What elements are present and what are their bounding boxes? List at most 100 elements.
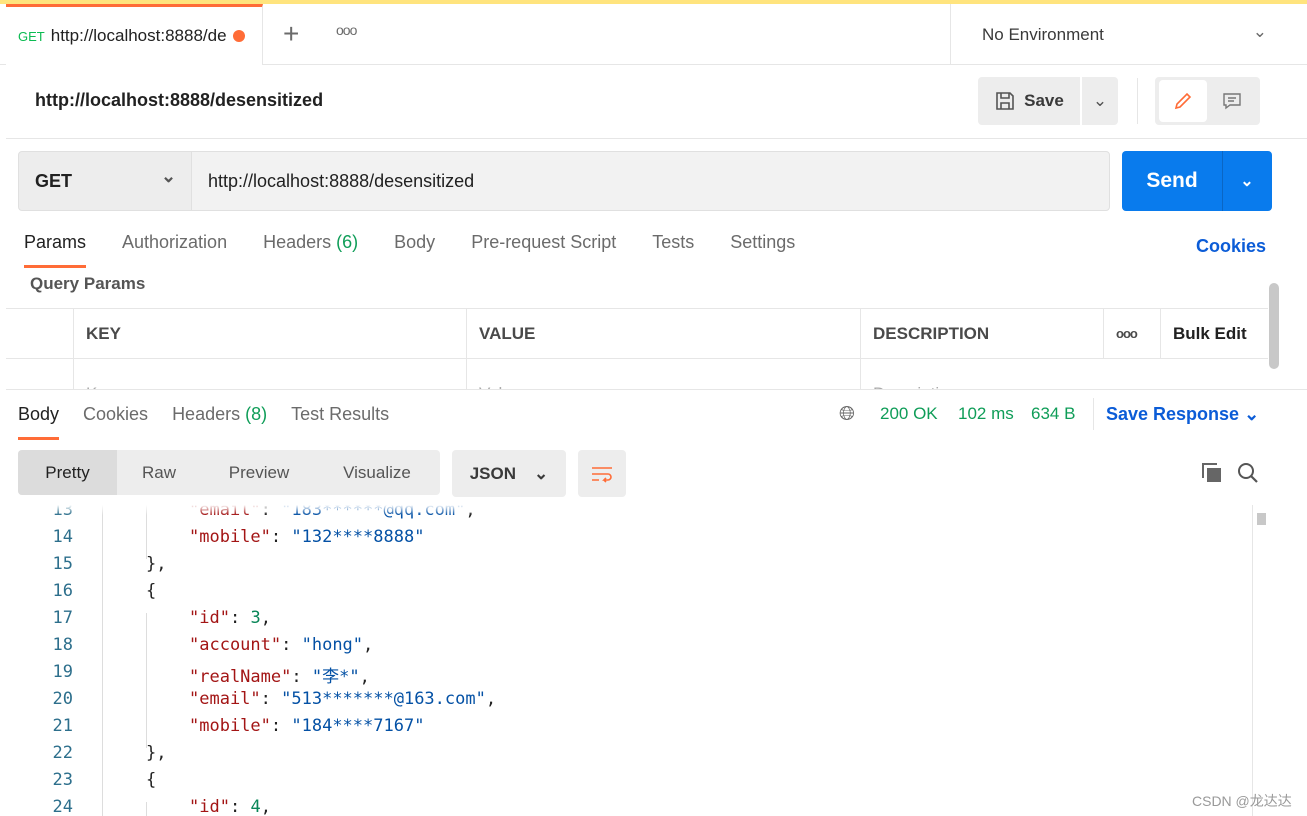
editor-scrollbar-track[interactable] [1252, 505, 1253, 816]
code-token: , [260, 608, 271, 628]
url-value: http://localhost:8888/desensitized [208, 170, 475, 191]
editor-scrollbar-thumb[interactable] [1257, 513, 1266, 525]
edit-pencil-icon[interactable] [1158, 80, 1207, 122]
comment-icon[interactable] [1206, 80, 1257, 122]
line-number: 17 [52, 608, 73, 628]
indent-guide [146, 802, 147, 816]
line-number: 18 [52, 635, 73, 655]
gutter-divider [102, 505, 103, 816]
value-input[interactable]: Value [467, 359, 861, 390]
description-input[interactable]: Description [861, 359, 1104, 391]
environment-select[interactable]: No Environment ⌄ [950, 4, 1307, 65]
key-header: KEY [74, 309, 467, 358]
code-line: "email": "513*******@163.com", [189, 689, 496, 709]
save-icon [996, 92, 1014, 110]
response-time[interactable]: 102 ms [958, 404, 1014, 424]
query-params-heading: Query Params [30, 274, 146, 293]
tab-test-results[interactable]: Test Results [291, 404, 389, 440]
line-number: 21 [52, 716, 73, 736]
tab-authorization[interactable]: Authorization [122, 232, 227, 268]
cookies-link[interactable]: Cookies [1196, 236, 1266, 257]
format-select[interactable]: JSON ⌄ [452, 450, 566, 497]
view-mode-group: Pretty Raw Preview Visualize [18, 450, 440, 495]
more-options-icon[interactable]: ooo [1104, 309, 1161, 358]
tab-headers[interactable]: Headers (6) [263, 232, 358, 268]
code-line: { [146, 770, 156, 790]
pretty-button[interactable]: Pretty [18, 450, 117, 495]
tab-tests[interactable]: Tests [652, 232, 694, 268]
code-line: "id": 3, [189, 608, 271, 628]
more-tabs-icon[interactable]: ooo [336, 22, 357, 38]
tab-response-cookies[interactable]: Cookies [83, 404, 148, 440]
chevron-down-icon: ⌄ [534, 463, 549, 483]
description-header: DESCRIPTION [861, 309, 1104, 358]
tab-settings[interactable]: Settings [730, 232, 795, 268]
pane-divider[interactable] [6, 389, 1307, 390]
send-options-chevron-icon[interactable]: ⌄ [1223, 171, 1271, 191]
tab-url: http://localhost:8888/desensitized [50, 26, 227, 45]
code-token: "account" [189, 635, 282, 655]
chevron-down-icon: ⌄ [1244, 404, 1260, 424]
code-token: , [363, 635, 374, 655]
wrap-lines-button[interactable] [578, 450, 626, 497]
code-line: }, [146, 554, 166, 574]
response-size[interactable]: 634 B [1031, 404, 1075, 424]
divider [6, 138, 1307, 139]
line-number: 15 [52, 554, 73, 574]
code-token: { [146, 581, 157, 601]
code-token: , [359, 667, 370, 687]
code-token: }, [146, 554, 167, 574]
save-button[interactable]: Save [978, 77, 1080, 125]
line-number: 23 [52, 770, 73, 790]
save-response-label: Save Response [1106, 404, 1240, 424]
response-headers-count: (8) [245, 404, 268, 424]
tab-params[interactable]: Params [24, 232, 87, 268]
request-title: http://localhost:8888/desensitized [35, 90, 324, 110]
request-tab[interactable]: GET http://localhost:8888/desensitized [6, 4, 263, 65]
code-token: { [146, 770, 157, 790]
line-number: 20 [52, 689, 73, 709]
code-token: "mobile" [189, 716, 271, 736]
globe-icon[interactable]: 🌐︎ [839, 403, 855, 426]
key-input[interactable]: Key [74, 359, 467, 390]
new-tab-plus-icon[interactable]: + [283, 18, 299, 50]
wrap-icon [592, 466, 612, 483]
raw-button[interactable]: Raw [117, 450, 201, 495]
tab-response-body[interactable]: Body [18, 404, 60, 440]
indent-guide [146, 640, 147, 667]
save-response-button[interactable]: Save Response ⌄ [1106, 404, 1259, 425]
indent-guide [146, 694, 147, 721]
send-label: Send [1146, 169, 1198, 192]
visualize-button[interactable]: Visualize [317, 450, 437, 495]
view-toggle [1155, 77, 1260, 125]
response-tabs: Body Cookies Headers (8) Test Results [18, 404, 425, 440]
line-number: 19 [52, 662, 73, 682]
tab-response-headers[interactable]: Headers (8) [172, 404, 267, 440]
method-select[interactable]: GET ⌄ [18, 151, 192, 211]
scrollbar[interactable] [1269, 283, 1279, 369]
code-token: "email" [189, 689, 261, 709]
code-token: "id" [189, 608, 230, 628]
code-token: 4 [250, 797, 261, 816]
code-token: }, [146, 743, 167, 763]
save-options-button[interactable]: ⌄ [1082, 77, 1118, 125]
code-token: : [270, 527, 292, 547]
watermark: CSDN @龙达达 [1192, 793, 1292, 809]
status-code[interactable]: 200 OK [880, 404, 938, 424]
tab-pre-request-script[interactable]: Pre-request Script [471, 232, 616, 268]
code-token: "李*" [311, 667, 360, 687]
code-token: "id" [189, 797, 230, 816]
response-body-editor[interactable]: 13"email": "183******@qq.com",14"mobile"… [0, 505, 1252, 816]
send-button[interactable]: Send ⌄ [1122, 151, 1272, 211]
code-line: "mobile": "132****8888" [189, 527, 424, 547]
preview-button[interactable]: Preview [201, 450, 317, 495]
tab-body[interactable]: Body [394, 232, 435, 268]
chevron-down-icon: ⌄ [1252, 22, 1267, 41]
url-input[interactable]: http://localhost:8888/desensitized [191, 151, 1110, 211]
search-icon[interactable] [1236, 461, 1260, 490]
indent-guide [146, 613, 147, 640]
copy-icon[interactable] [1200, 461, 1224, 490]
divider [1093, 398, 1094, 430]
bulk-edit-button[interactable]: Bulk Edit [1161, 309, 1247, 358]
line-number: 14 [52, 527, 73, 547]
